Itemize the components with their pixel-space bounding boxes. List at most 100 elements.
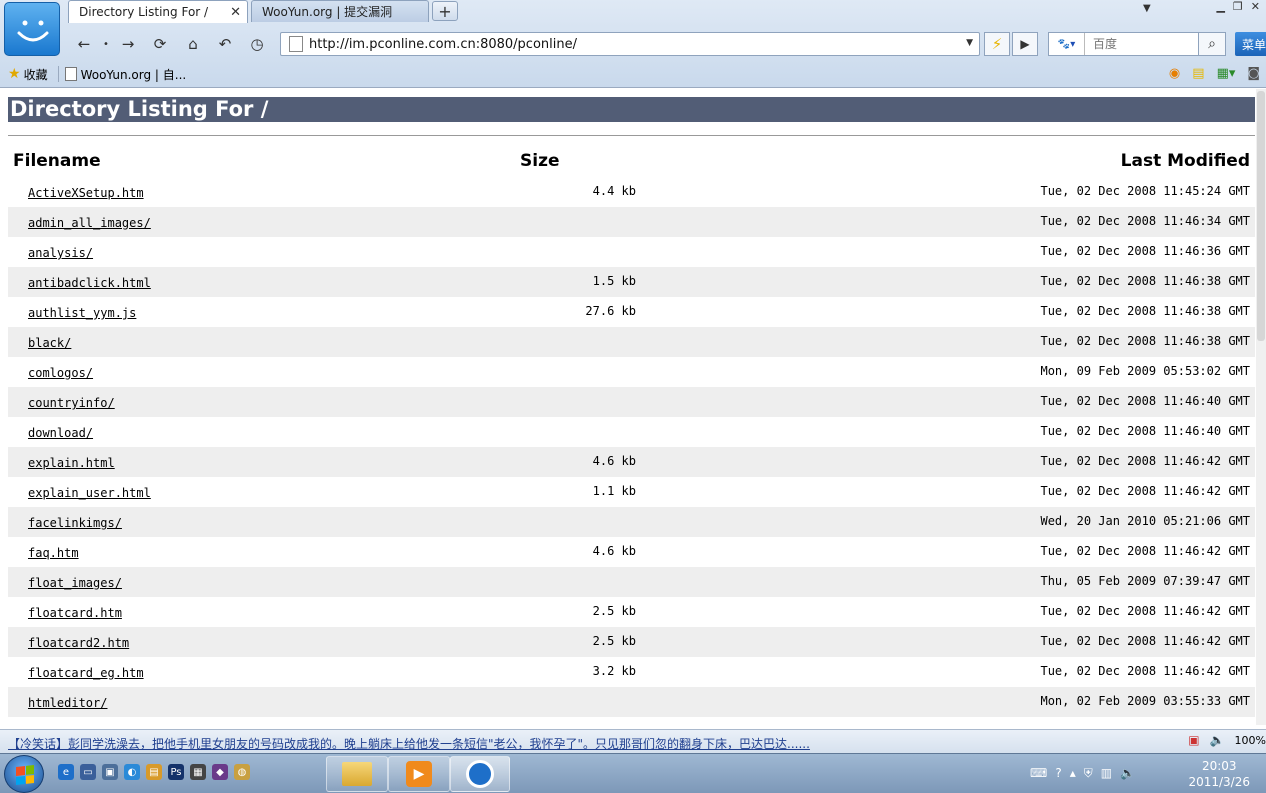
file-link[interactable]: comlogos/	[28, 366, 93, 380]
close-icon[interactable]: ✕	[230, 5, 241, 20]
refresh-icon[interactable]: ⟳	[150, 34, 170, 54]
table-row: admin_all_images/Tue, 02 Dec 2008 11:46:…	[8, 207, 1255, 237]
tray-expand-icon[interactable]: ▴	[1070, 766, 1076, 781]
file-modified: Tue, 02 Dec 2008 11:46:42 GMT	[1040, 484, 1250, 498]
volume-tray-icon[interactable]: 🔈	[1120, 766, 1135, 781]
network-icon[interactable]: ▥	[1101, 766, 1112, 781]
address-input[interactable]	[309, 36, 949, 52]
last-modified-header: Last Modified	[1120, 151, 1250, 171]
directory-table: Filename Size Last Modified ActiveXSetup…	[8, 149, 1255, 717]
address-bar[interactable]: ▼	[280, 32, 980, 56]
scrollbar-thumb[interactable]	[1257, 91, 1265, 341]
history-icon[interactable]: ◷	[247, 34, 267, 54]
file-link[interactable]: facelinkimgs/	[28, 516, 122, 530]
bookmark-wooyun[interactable]: WooYun.org | 自...	[81, 66, 187, 83]
security-tray-icon[interactable]: ⛨	[1084, 766, 1093, 781]
table-row: htmleditor/Mon, 02 Feb 2009 03:55:33 GMT	[8, 687, 1255, 717]
qq-icon[interactable]: ◐	[124, 764, 140, 780]
status-icons: ▣ 🔈 100%	[1188, 733, 1266, 747]
file-modified: Mon, 02 Feb 2009 03:55:33 GMT	[1040, 694, 1250, 708]
table-row: countryinfo/Tue, 02 Dec 2008 11:46:40 GM…	[8, 387, 1255, 417]
file-link[interactable]: authlist_yym.js	[28, 306, 136, 320]
file-link[interactable]: explain.html	[28, 456, 115, 470]
table-row: ActiveXSetup.htm 4.4 kb Tue, 02 Dec 2008 1…	[8, 177, 1255, 207]
taskbar-explorer[interactable]	[326, 756, 388, 792]
menu-button[interactable]: 菜单	[1235, 32, 1266, 56]
clock[interactable]: 20:03 2011/3/26	[1188, 758, 1250, 790]
close-window-icon[interactable]: ✕	[1251, 0, 1260, 14]
taskbar-media-player[interactable]: ▶	[388, 756, 450, 792]
search-engine-icon[interactable]: 🐾▾	[1049, 33, 1085, 55]
search-input[interactable]	[1085, 37, 1195, 51]
size-header: Size	[520, 151, 560, 171]
ie-icon[interactable]: e	[58, 764, 74, 780]
taskbar-browser[interactable]	[450, 756, 510, 792]
security-icon[interactable]: ▣	[1188, 733, 1199, 747]
toolbar-icons: ◉ ▤ ▦▾ ◙	[1169, 66, 1260, 81]
file-size: 3.2 kb	[592, 664, 636, 678]
file-modified: Tue, 02 Dec 2008 11:45:24 GMT	[1040, 184, 1250, 198]
media-icon[interactable]: ▦	[190, 764, 206, 780]
file-modified: Tue, 02 Dec 2008 11:46:40 GMT	[1040, 394, 1250, 408]
desktop-icon[interactable]: ▭	[80, 764, 96, 780]
tab-directory-listing[interactable]: Directory Listing For / ✕	[68, 0, 248, 23]
start-button[interactable]	[4, 755, 44, 793]
forward-icon[interactable]: →	[118, 34, 138, 54]
status-news-link[interactable]: 【冷笑话】彭同学洗澡去，把他手机里女朋友的号码改成我的。晚上躺床上给他发一条短信…	[8, 735, 810, 752]
system-tray: ⌨ ? ▴ ⛨ ▥ 🔈	[1030, 766, 1135, 781]
zoom-level[interactable]: 100%	[1235, 734, 1266, 747]
screenshot-icon[interactable]: ◙	[1247, 66, 1260, 81]
table-row: analysis/Tue, 02 Dec 2008 11:46:36 GMT	[8, 237, 1255, 267]
table-body: ActiveXSetup.htm 4.4 kb Tue, 02 Dec 2008 1…	[8, 177, 1255, 717]
file-link[interactable]: countryinfo/	[28, 396, 115, 410]
help-icon[interactable]: ?	[1055, 766, 1061, 781]
undo-icon[interactable]: ↶	[215, 34, 235, 54]
search-box[interactable]: 🐾▾	[1048, 32, 1218, 56]
file-link[interactable]: explain_user.html	[28, 486, 151, 500]
file-link[interactable]: faq.htm	[28, 546, 79, 560]
tool-icon[interactable]: ◆	[212, 764, 228, 780]
browser-logo-icon[interactable]	[4, 2, 60, 56]
back-icon[interactable]: ←	[74, 34, 94, 54]
file-size: 1.5 kb	[592, 274, 636, 288]
rss-icon[interactable]: ◉	[1169, 66, 1180, 81]
file-link[interactable]: floatcard_eg.htm	[28, 666, 144, 680]
file-link[interactable]: black/	[28, 336, 71, 350]
vertical-scrollbar[interactable]	[1256, 89, 1266, 725]
file-link[interactable]: floatcard.htm	[28, 606, 122, 620]
file-link[interactable]: antibadclick.html	[28, 276, 151, 290]
file-link[interactable]: download/	[28, 426, 93, 440]
photoshop-icon[interactable]: Ps	[168, 764, 184, 780]
go-icon[interactable]: ▶	[1012, 32, 1038, 56]
translate-icon[interactable]: ▦▾	[1217, 66, 1236, 81]
new-tab-button[interactable]: +	[432, 1, 458, 21]
divider	[8, 135, 1255, 136]
tab-wooyun[interactable]: WooYun.org | 提交漏洞	[251, 0, 429, 22]
speed-mode-icon[interactable]: ⚡	[984, 32, 1010, 56]
search-icon[interactable]: ⌕	[1198, 32, 1226, 56]
tab-label: WooYun.org | 提交漏洞	[262, 5, 393, 19]
file-link[interactable]: htmleditor/	[28, 696, 107, 710]
file-link[interactable]: admin_all_images/	[28, 216, 151, 230]
paint-icon[interactable]: ◍	[234, 764, 250, 780]
history-dot-icon[interactable]: •	[96, 34, 116, 54]
window-controls: ▁ ❐ ✕	[1216, 0, 1266, 14]
notes-icon[interactable]: ▤	[1192, 66, 1204, 81]
folder-icon[interactable]: ▤	[146, 764, 162, 780]
minimize-icon[interactable]: ▁	[1216, 0, 1224, 14]
file-link[interactable]: analysis/	[28, 246, 93, 260]
volume-icon[interactable]: 🔈	[1210, 733, 1225, 747]
file-link[interactable]: floatcard2.htm	[28, 636, 129, 650]
home-icon[interactable]: ⌂	[183, 34, 203, 54]
star-icon[interactable]: ★	[8, 66, 21, 82]
file-link[interactable]: float_images/	[28, 576, 122, 590]
address-dropdown-icon[interactable]: ▼	[966, 38, 973, 48]
keyboard-icon[interactable]: ⌨	[1030, 766, 1047, 781]
file-size: 2.5 kb	[592, 634, 636, 648]
maximize-icon[interactable]: ❐	[1233, 0, 1243, 14]
computer-icon[interactable]: ▣	[102, 764, 118, 780]
tab-list-dropdown-icon[interactable]: ▼	[1143, 3, 1151, 14]
folder-icon	[342, 762, 372, 786]
file-link[interactable]: ActiveXSetup.htm	[28, 186, 144, 200]
favorites-button[interactable]: 收藏	[24, 66, 48, 83]
